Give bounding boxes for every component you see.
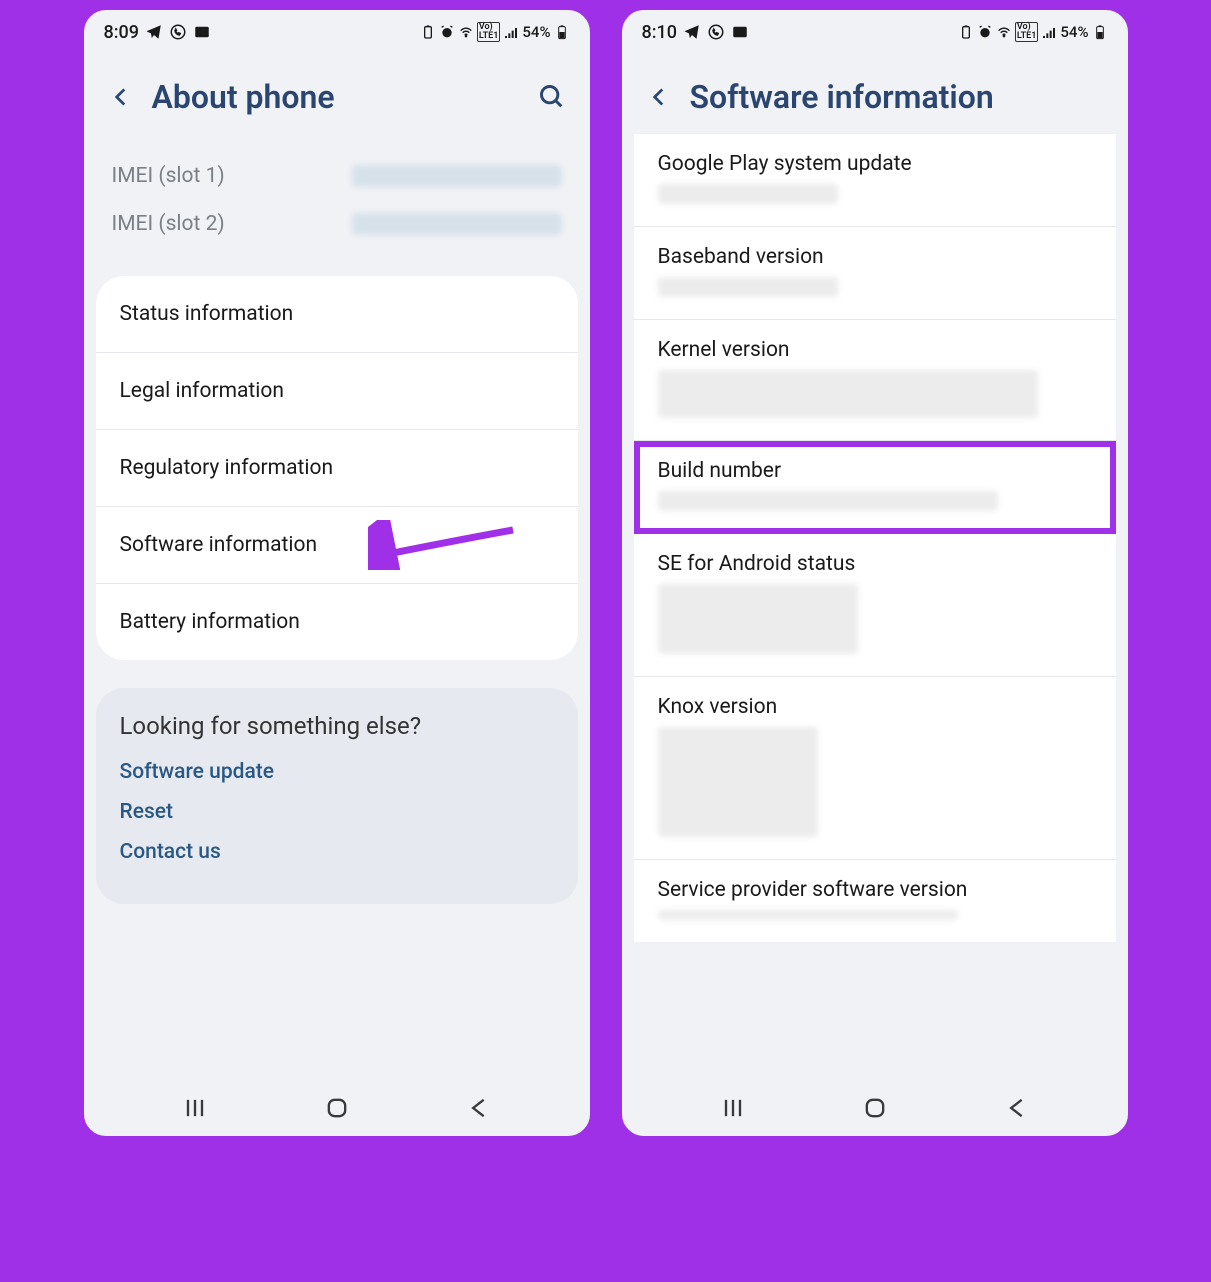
recents-button[interactable]: [181, 1094, 209, 1122]
info-card: Status information Legal information Reg…: [96, 276, 578, 660]
navigation-bar: [84, 1080, 590, 1136]
item-label: Status information: [120, 302, 294, 326]
telegram-icon: [145, 23, 163, 41]
item-knox-version[interactable]: Knox version: [634, 677, 1116, 860]
status-time: 8:09: [104, 22, 139, 43]
imei-slot-2[interactable]: IMEI (slot 2): [112, 200, 562, 248]
blurred-value: [658, 277, 838, 297]
item-label: Battery information: [120, 610, 300, 634]
alarm-icon: [977, 24, 993, 40]
phone-screenshot-left: 8:09 Vo)LTE1 54% About phone IMEI (slot …: [82, 8, 592, 1138]
battery-saver-icon: [420, 24, 436, 40]
status-bar: 8:09 Vo)LTE1 54%: [84, 10, 590, 54]
item-status-information[interactable]: Status information: [96, 276, 578, 353]
whatsapp-icon: [169, 23, 187, 41]
battery-icon: [1092, 24, 1108, 40]
phone-screenshot-right: 8:10 Vo)LTE1 54% Software information Go…: [620, 8, 1130, 1138]
link-software-update[interactable]: Software update: [120, 760, 554, 784]
item-baseband-version[interactable]: Baseband version: [634, 227, 1116, 320]
item-battery-information[interactable]: Battery information: [96, 584, 578, 660]
imei-section: IMEI (slot 1) IMEI (slot 2): [84, 134, 590, 266]
recents-button[interactable]: [719, 1094, 747, 1122]
blurred-value: [352, 213, 562, 235]
item-label: Google Play system update: [658, 152, 1092, 176]
signal-icon: [1041, 24, 1057, 40]
wifi-icon: [458, 24, 474, 40]
back-arrow-icon[interactable]: [646, 84, 672, 110]
imei-slot-1[interactable]: IMEI (slot 1): [112, 152, 562, 200]
battery-percent: 54%: [1060, 23, 1088, 41]
item-software-information[interactable]: Software information: [96, 507, 578, 584]
navigation-bar: [622, 1080, 1128, 1136]
item-label: Regulatory information: [120, 456, 334, 480]
annotation-arrow-icon: [368, 520, 518, 570]
page-title: About phone: [152, 78, 520, 116]
alarm-icon: [439, 24, 455, 40]
back-button[interactable]: [1003, 1094, 1031, 1122]
item-kernel-version[interactable]: Kernel version: [634, 320, 1116, 441]
item-google-play-update[interactable]: Google Play system update: [634, 134, 1116, 227]
imei-label: IMEI (slot 2): [112, 212, 225, 236]
search-icon[interactable]: [538, 83, 566, 111]
looking-for-card: Looking for something else? Software upd…: [96, 688, 578, 904]
status-time: 8:10: [642, 22, 677, 43]
blurred-value: [658, 584, 858, 654]
page-header: About phone: [84, 54, 590, 134]
item-label: Knox version: [658, 695, 1092, 719]
software-info-card: Google Play system update Baseband versi…: [634, 134, 1116, 942]
blurred-value: [658, 727, 818, 837]
item-label: Build number: [658, 459, 1092, 483]
wifi-icon: [996, 24, 1012, 40]
image-icon: [193, 23, 211, 41]
volte-icon: Vo)LTE1: [1015, 22, 1039, 42]
volte-icon: Vo)LTE1: [477, 22, 501, 42]
link-contact-us[interactable]: Contact us: [120, 840, 554, 864]
battery-saver-icon: [958, 24, 974, 40]
home-button[interactable]: [861, 1094, 889, 1122]
back-button[interactable]: [465, 1094, 493, 1122]
item-label: Legal information: [120, 379, 284, 403]
blurred-value: [658, 184, 838, 204]
signal-icon: [503, 24, 519, 40]
blurred-value: [352, 165, 562, 187]
page-header: Software information: [622, 54, 1128, 134]
item-service-provider-version[interactable]: Service provider software version: [634, 860, 1116, 942]
item-legal-information[interactable]: Legal information: [96, 353, 578, 430]
item-regulatory-information[interactable]: Regulatory information: [96, 430, 578, 507]
battery-percent: 54%: [522, 23, 550, 41]
page-title: Software information: [690, 78, 1104, 116]
blurred-value: [658, 491, 998, 511]
home-button[interactable]: [323, 1094, 351, 1122]
item-label: Service provider software version: [658, 878, 1092, 902]
imei-label: IMEI (slot 1): [112, 164, 225, 188]
item-label: SE for Android status: [658, 552, 1092, 576]
item-se-android-status[interactable]: SE for Android status: [634, 534, 1116, 677]
blurred-value: [658, 910, 958, 920]
blurred-value: [658, 370, 1038, 418]
item-label: Software information: [120, 533, 318, 557]
back-arrow-icon[interactable]: [108, 84, 134, 110]
battery-icon: [554, 24, 570, 40]
link-reset[interactable]: Reset: [120, 800, 554, 824]
whatsapp-icon: [707, 23, 725, 41]
status-bar: 8:10 Vo)LTE1 54%: [622, 10, 1128, 54]
image-icon: [731, 23, 749, 41]
footer-title: Looking for something else?: [120, 712, 554, 740]
item-label: Kernel version: [658, 338, 1092, 362]
item-build-number[interactable]: Build number: [634, 441, 1116, 534]
item-label: Baseband version: [658, 245, 1092, 269]
telegram-icon: [683, 23, 701, 41]
